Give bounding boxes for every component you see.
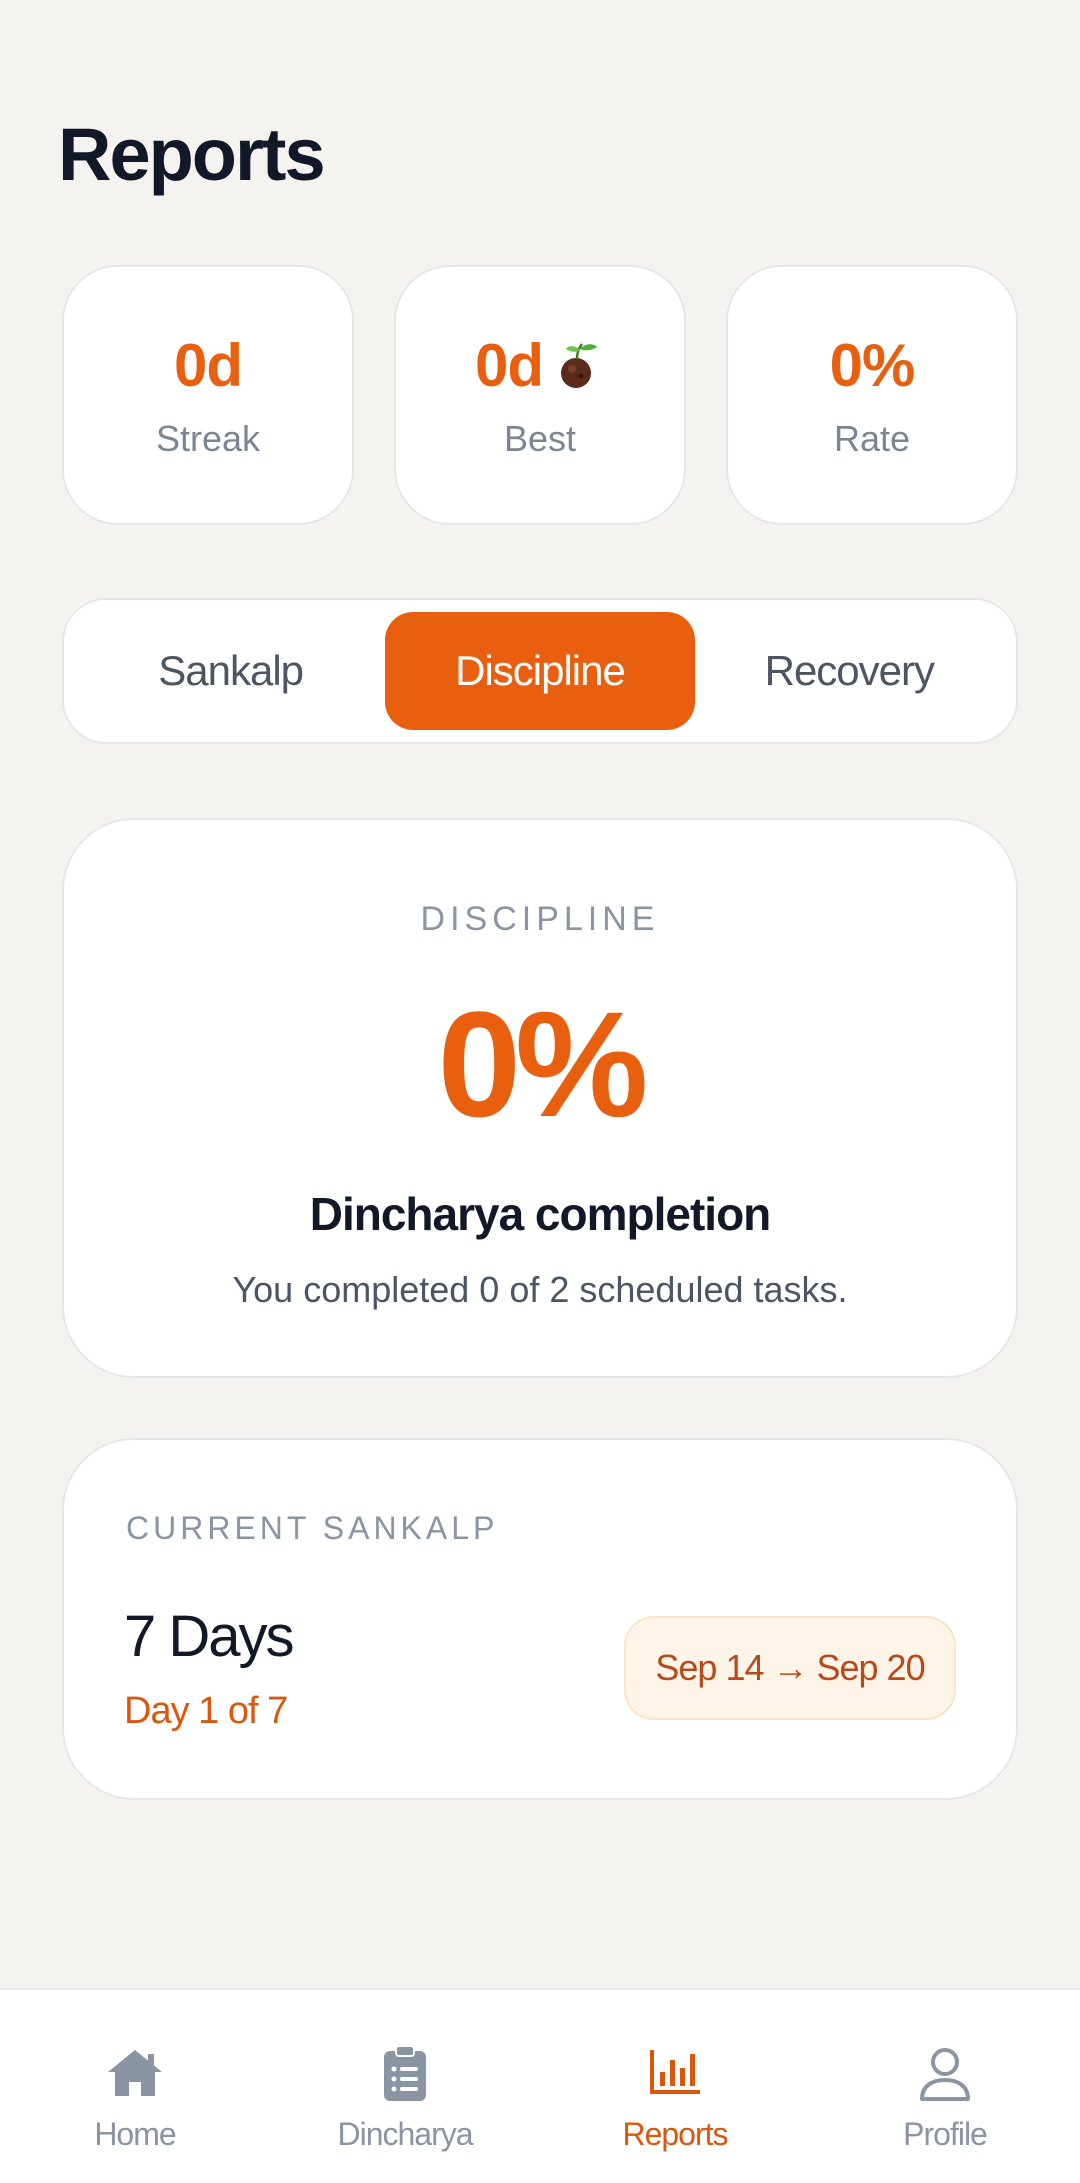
page-title: Reports (58, 113, 326, 196)
stat-card-streak: 0d Streak (62, 265, 354, 525)
card-heading: Dincharya completion (309, 1188, 772, 1240)
card-eyebrow: CURRENT SANKALP (126, 1510, 499, 1546)
discipline-percentage: 0% (437, 980, 649, 1148)
nav-label: Reports (622, 2116, 728, 2152)
seedling-icon (561, 343, 598, 388)
date-range-badge: Sep 14 → Sep 20 (624, 1616, 956, 1720)
stat-label: Rate (833, 417, 911, 459)
card-eyebrow: DISCIPLINE (420, 900, 660, 938)
stat-value: 0d (173, 331, 243, 399)
user-icon (920, 2048, 970, 2101)
nav-label: Dincharya (337, 2116, 473, 2152)
nav-item-home[interactable]: Home (0, 1990, 270, 2183)
stat-value: 0% (829, 331, 916, 399)
stat-card-best: 0d Best (394, 265, 686, 525)
home-icon (108, 2050, 162, 2096)
clipboard-list-icon (384, 2045, 426, 2101)
tab-recovery[interactable]: Recovery (695, 612, 1004, 730)
discipline-card: DISCIPLINE 0% Dincharya completion You c… (62, 818, 1018, 1378)
nav-label: Profile (903, 2116, 988, 2152)
bottom-nav: Home Dincharya Reports Profile (0, 1988, 1080, 2183)
stat-label: Best (503, 417, 577, 459)
nav-item-profile[interactable]: Profile (810, 1990, 1080, 2183)
tab-discipline[interactable]: Discipline (385, 612, 695, 730)
stat-value: 0d (474, 331, 544, 399)
stat-value-row: 0d (475, 331, 605, 400)
stat-card-rate: 0% Rate (726, 265, 1018, 525)
nav-item-reports[interactable]: Reports (540, 1990, 810, 2183)
nav-item-dincharya[interactable]: Dincharya (270, 1990, 540, 2183)
stats-row: 0d Streak 0d Best 0% Rate (62, 265, 1018, 525)
card-subtext: You completed 0 of 2 scheduled tasks. (232, 1269, 848, 1310)
nav-label: Home (94, 2116, 176, 2152)
sankalp-duration: 7 Days (124, 1604, 295, 1669)
report-tabs: Sankalp Discipline Recovery (62, 598, 1018, 744)
tab-sankalp[interactable]: Sankalp (76, 612, 385, 730)
stat-label: Streak (155, 417, 261, 459)
sankalp-progress: Day 1 of 7 (124, 1690, 288, 1732)
reports-screen: Reports 0d Streak 0d Best 0% Rate Sankal… (0, 0, 1080, 2183)
current-sankalp-card: CURRENT SANKALP 7 Days Day 1 of 7 Sep 14… (62, 1438, 1018, 1800)
bar-chart-icon (650, 2050, 700, 2094)
